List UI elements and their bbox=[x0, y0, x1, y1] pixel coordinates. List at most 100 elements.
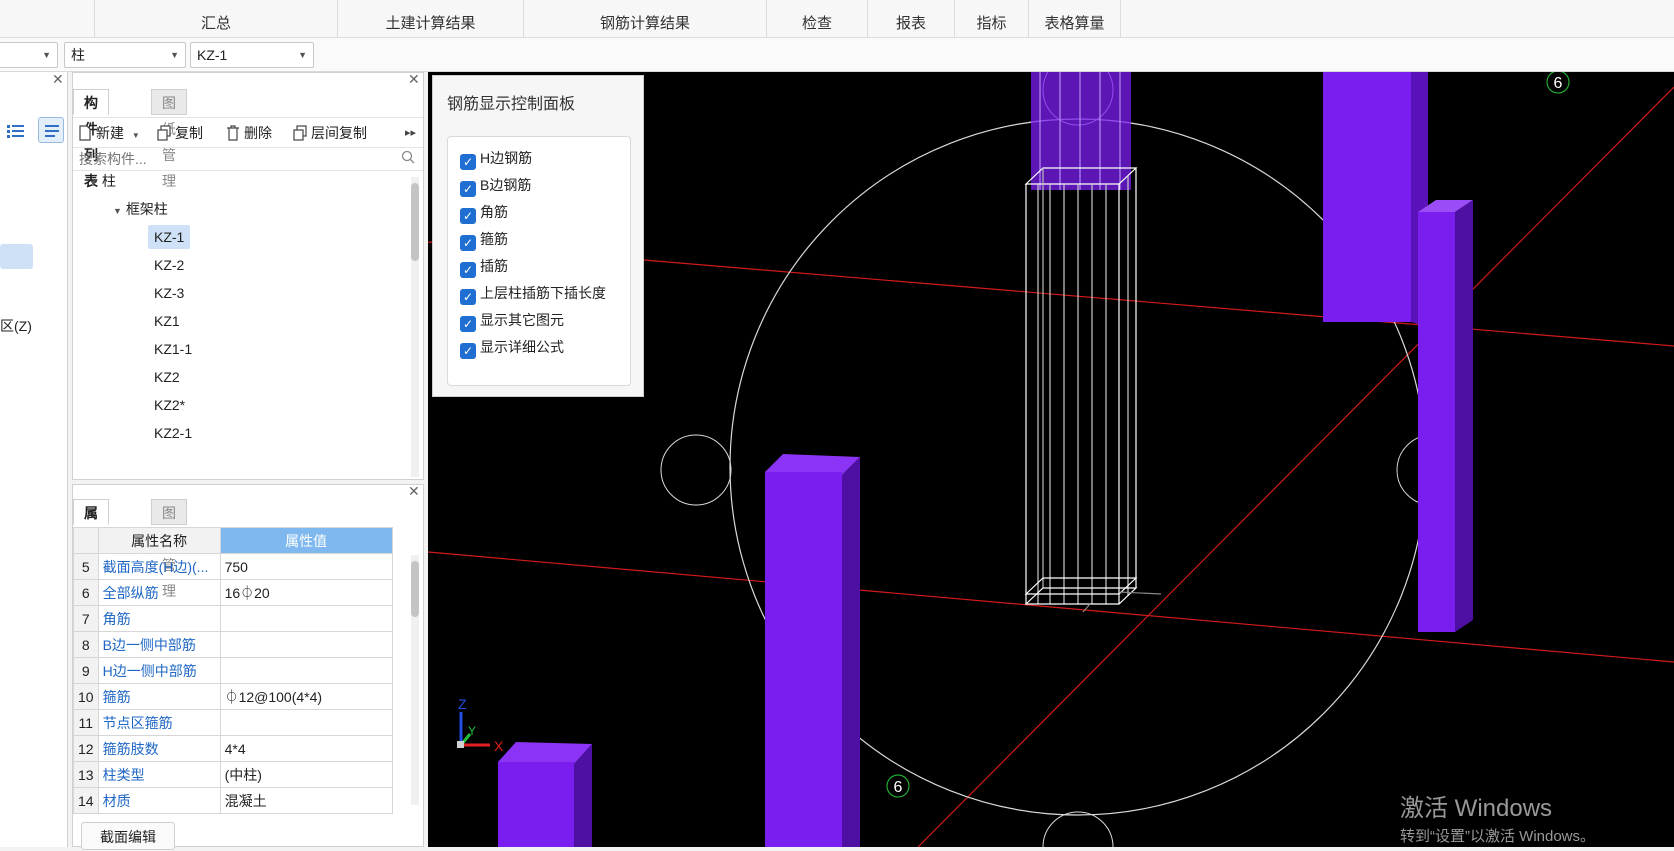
property-value[interactable]: 4*4 bbox=[219, 735, 393, 762]
property-value[interactable]: 16⏀20 bbox=[219, 579, 393, 606]
table-row[interactable]: 7 角筋 bbox=[73, 605, 393, 632]
menu-tab-check[interactable]: 检查 bbox=[767, 0, 868, 38]
more-tools-icon[interactable]: ▸▸ bbox=[405, 123, 416, 143]
option-show-detailed-formula[interactable]: ✓ 显示详细公式 bbox=[460, 336, 564, 359]
floor-select[interactable]: ▼ bbox=[0, 42, 58, 68]
property-scrollbar[interactable] bbox=[411, 555, 419, 805]
property-value[interactable] bbox=[219, 709, 393, 736]
table-header-value: 属性值 bbox=[219, 527, 393, 554]
tab-property-list[interactable]: 属性列表 bbox=[73, 499, 109, 599]
zone-label[interactable]: 区(Z) bbox=[0, 316, 32, 336]
option-b-side-rebar[interactable]: ✓ B边钢筋 bbox=[460, 174, 531, 197]
tab-component-list[interactable]: 构件列表 bbox=[73, 89, 109, 189]
axis-label-bottom: 6 bbox=[886, 774, 910, 798]
property-value[interactable] bbox=[219, 605, 393, 632]
detail-view-icon[interactable] bbox=[38, 117, 64, 143]
checkbox-checked-icon[interactable]: ✓ bbox=[460, 343, 476, 359]
table-row[interactable]: 13 柱类型 (中柱) bbox=[73, 761, 393, 788]
tree-item-kz-1[interactable]: KZ-1 bbox=[148, 225, 191, 249]
search-input[interactable] bbox=[77, 148, 387, 170]
property-name: 材质 bbox=[97, 787, 221, 814]
checkbox-checked-icon[interactable]: ✓ bbox=[460, 262, 476, 278]
property-table: 属性名称 属性值 5 截面高度(H边)(... 750 6 全部纵筋 16⏀20 7 角筋 8 B… bbox=[73, 527, 393, 814]
chevron-down-icon: ▼ bbox=[170, 50, 179, 60]
menu-tab-table-quantity[interactable]: 表格算量 bbox=[1029, 0, 1121, 38]
close-icon[interactable]: ✕ bbox=[52, 71, 64, 88]
delete-button[interactable]: 删除 bbox=[226, 123, 272, 143]
option-corner-rebar[interactable]: ✓ 角筋 bbox=[460, 201, 508, 224]
row-index: 14 bbox=[73, 787, 99, 814]
checkbox-checked-icon[interactable]: ✓ bbox=[460, 316, 476, 332]
menu-tab-civil-results[interactable]: 土建计算结果 bbox=[338, 0, 524, 38]
component-toolbar: 新建 ▼ 复制 删除 层间复制 ▸▸ bbox=[73, 117, 423, 147]
property-value[interactable]: 750 bbox=[219, 553, 393, 580]
close-icon[interactable]: ✕ bbox=[408, 483, 420, 500]
property-value[interactable]: 混凝土 bbox=[219, 787, 393, 814]
table-row[interactable]: 8 B边一侧中部筋 bbox=[73, 631, 393, 658]
tree-item-kz2[interactable]: KZ2 bbox=[154, 365, 180, 389]
tree-item-kz1-1[interactable]: KZ1-1 bbox=[154, 337, 192, 361]
tree-node-column[interactable]: ▼ 柱 bbox=[89, 169, 116, 193]
checkbox-checked-icon[interactable]: ✓ bbox=[460, 235, 476, 251]
menu-tab-blank bbox=[0, 0, 95, 38]
table-row[interactable]: 6 全部纵筋 16⏀20 bbox=[73, 579, 393, 606]
option-show-other-elements[interactable]: ✓ 显示其它图元 bbox=[460, 309, 564, 332]
ribbon-tab-bar: 汇总 土建计算结果 钢筋计算结果 检查 报表 指标 表格算量 bbox=[0, 0, 1674, 38]
tree-item-kz-2[interactable]: KZ-2 bbox=[154, 253, 184, 277]
chevron-down-icon: ▼ bbox=[298, 50, 307, 60]
selected-nav-item[interactable] bbox=[0, 244, 33, 269]
option-h-side-rebar[interactable]: ✓ H边钢筋 bbox=[460, 147, 532, 170]
close-icon[interactable]: ✕ bbox=[408, 71, 420, 88]
table-row[interactable]: 14 材质 混凝土 bbox=[73, 787, 393, 814]
left-navigation-panel: ✕ 区(Z) bbox=[0, 71, 68, 847]
component-select[interactable]: KZ-1 ▼ bbox=[190, 42, 314, 68]
tab-drawing-management[interactable]: 图纸管理 bbox=[151, 89, 187, 189]
option-dowel[interactable]: ✓ 插筋 bbox=[460, 255, 508, 278]
property-name: H边一侧中部筋 bbox=[97, 657, 221, 684]
table-row[interactable]: 10 箍筋 ⏀12@100(4*4) bbox=[73, 683, 393, 710]
tree-item-kz1[interactable]: KZ1 bbox=[154, 309, 180, 333]
menu-tab-indicators[interactable]: 指标 bbox=[955, 0, 1029, 38]
property-value[interactable]: (中柱) bbox=[219, 761, 393, 788]
category-select[interactable]: 柱 ▼ bbox=[64, 42, 186, 68]
tree-item-kz2-star[interactable]: KZ2* bbox=[154, 393, 185, 417]
table-row[interactable]: 11 节点区箍筋 bbox=[73, 709, 393, 736]
checkbox-checked-icon[interactable]: ✓ bbox=[460, 208, 476, 224]
checkbox-checked-icon[interactable]: ✓ bbox=[460, 289, 476, 305]
property-name: B边一侧中部筋 bbox=[97, 631, 221, 658]
option-upper-dowel-length[interactable]: ✓ 上层柱插筋下插长度 bbox=[460, 282, 606, 305]
tree-node-frame-column[interactable]: ▼ 框架柱 bbox=[113, 197, 168, 221]
tab-layer-management[interactable]: 图层管理 bbox=[151, 499, 187, 599]
search-icon[interactable] bbox=[401, 150, 415, 167]
property-value[interactable]: ⏀12@100(4*4) bbox=[219, 683, 393, 710]
checkbox-checked-icon[interactable]: ✓ bbox=[460, 181, 476, 197]
table-row[interactable]: 5 截面高度(H边)(... 750 bbox=[73, 553, 393, 580]
floor-copy-button[interactable]: 层间复制 bbox=[293, 123, 367, 143]
new-button[interactable]: 新建 ▼ bbox=[78, 123, 140, 143]
property-name: 全部纵筋 bbox=[97, 579, 221, 606]
copy-button[interactable]: 复制 bbox=[157, 123, 203, 143]
list-view-icon[interactable] bbox=[2, 117, 28, 143]
rebar-display-control-panel: 钢筋显示控制面板 ✓ H边钢筋 ✓ B边钢筋 ✓ 角筋 ✓ 箍筋 ✓ 插筋 ✓ 上层柱插筋下… bbox=[432, 75, 644, 397]
category-select-value: 柱 bbox=[71, 47, 85, 63]
selector-bar: ▼ 柱 ▼ KZ-1 ▼ bbox=[0, 38, 1674, 72]
table-row[interactable]: 9 H边一侧中部筋 bbox=[73, 657, 393, 684]
menu-tab-summary[interactable]: 汇总 bbox=[95, 0, 338, 38]
menu-tab-reports[interactable]: 报表 bbox=[868, 0, 955, 38]
section-edit-button[interactable]: 截面编辑 bbox=[81, 822, 175, 850]
column-bottom bbox=[498, 742, 592, 847]
property-value[interactable] bbox=[219, 631, 393, 658]
tree-item-kz2-1[interactable]: KZ2-1 bbox=[154, 421, 192, 445]
tree-item-kz-3[interactable]: KZ-3 bbox=[154, 281, 184, 305]
option-stirrup[interactable]: ✓ 箍筋 bbox=[460, 228, 508, 251]
menu-tab-rebar-results[interactable]: 钢筋计算结果 bbox=[524, 0, 767, 38]
property-name: 节点区箍筋 bbox=[97, 709, 221, 736]
row-index: 6 bbox=[73, 579, 99, 606]
row-index: 9 bbox=[73, 657, 99, 684]
table-row[interactable]: 12 箍筋肢数 4*4 bbox=[73, 735, 393, 762]
trash-icon bbox=[226, 125, 240, 141]
copy-layers-icon bbox=[293, 125, 307, 141]
tree-scrollbar[interactable] bbox=[411, 177, 419, 477]
checkbox-checked-icon[interactable]: ✓ bbox=[460, 154, 476, 170]
property-value[interactable] bbox=[219, 657, 393, 684]
